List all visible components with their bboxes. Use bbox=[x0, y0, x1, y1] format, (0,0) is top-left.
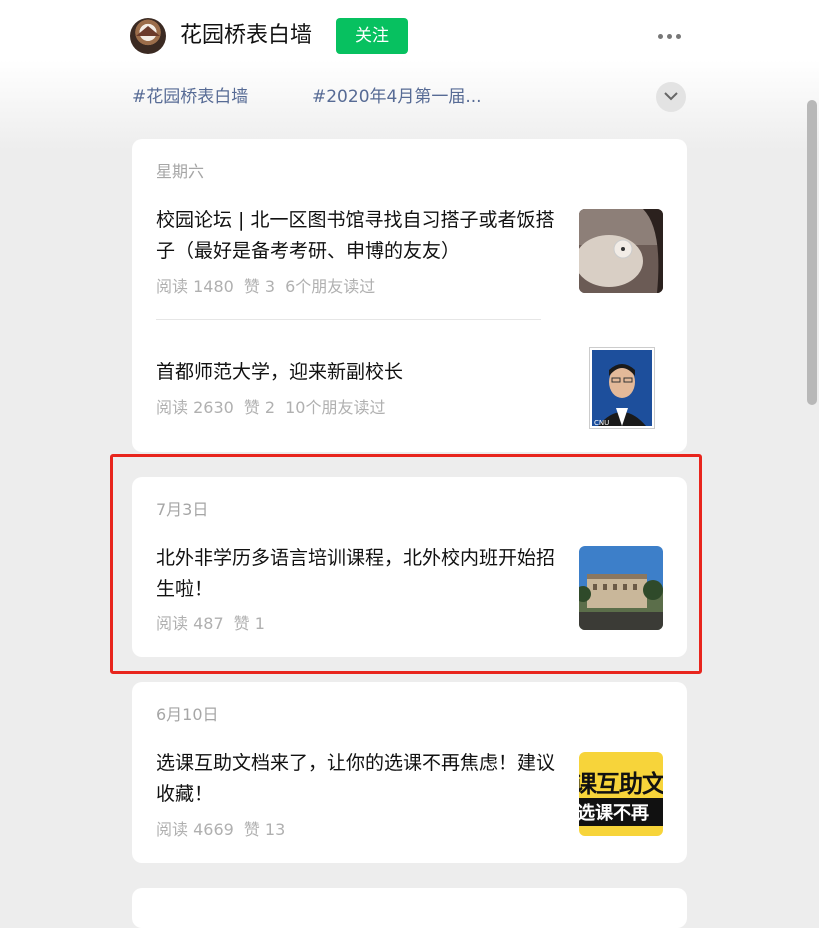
article-title[interactable]: 首都师范大学，迎来新副校长 bbox=[156, 357, 556, 388]
more-options-icon[interactable] bbox=[658, 34, 682, 40]
friends-read: 6个朋友读过 bbox=[285, 277, 376, 296]
group-date: 星期六 bbox=[156, 162, 205, 181]
friends-read: 10个朋友读过 bbox=[285, 398, 386, 417]
article-thumbnail[interactable] bbox=[579, 209, 663, 293]
highlight-box bbox=[110, 454, 702, 674]
article-divider bbox=[156, 319, 541, 320]
account-avatar[interactable] bbox=[130, 18, 166, 54]
scrollbar[interactable] bbox=[805, 100, 819, 903]
article-group-card bbox=[132, 888, 687, 928]
chevron-down-icon bbox=[664, 92, 678, 101]
follow-button[interactable]: 关注 bbox=[336, 18, 408, 54]
read-count: 阅读 2630 bbox=[156, 398, 234, 417]
article-meta: 阅读 4669 赞 13 bbox=[156, 816, 295, 840]
account-header: 花园桥表白墙 关注 bbox=[130, 16, 690, 56]
tag-bar: #花园桥表白墙 #2020年4月第一届... bbox=[132, 82, 692, 112]
group-date: 6月10日 bbox=[156, 705, 219, 724]
like-count: 赞 3 bbox=[243, 277, 276, 296]
expand-tags-button[interactable] bbox=[656, 82, 686, 112]
tag-link[interactable]: #2020年4月第一届... bbox=[312, 85, 482, 109]
tag-link[interactable]: #花园桥表白墙 bbox=[132, 85, 248, 109]
thumbnail-text: 选课不再 bbox=[579, 798, 663, 826]
account-name[interactable]: 花园桥表白墙 bbox=[180, 21, 312, 51]
article-group-card: 6月10日 选课互助文档来了，让你的选课不再焦虑！建议收藏！ 阅读 4669 赞 … bbox=[132, 682, 687, 863]
article-meta: 阅读 1480 赞 3 6个朋友读过 bbox=[156, 273, 385, 297]
article-meta: 阅读 2630 赞 2 10个朋友读过 bbox=[156, 394, 395, 418]
article-group-card: 星期六 校园论坛 | 北一区图书馆寻找自习搭子或者饭搭子（最好是备考考研、申博的… bbox=[132, 139, 687, 452]
article-title[interactable]: 选课互助文档来了，让你的选课不再焦虑！建议收藏！ bbox=[156, 748, 556, 810]
thumbnail-caption: CNU bbox=[594, 419, 610, 427]
scrollbar-thumb[interactable] bbox=[807, 100, 817, 405]
article-thumbnail[interactable]: CNU bbox=[589, 347, 655, 429]
like-count: 赞 13 bbox=[243, 820, 286, 839]
read-count: 阅读 1480 bbox=[156, 277, 234, 296]
thumbnail-text: 课互助文 bbox=[579, 770, 663, 798]
article-thumbnail[interactable]: 课互助文 选课不再 bbox=[579, 752, 663, 836]
read-count: 阅读 4669 bbox=[156, 820, 234, 839]
like-count: 赞 2 bbox=[243, 398, 276, 417]
article-title[interactable]: 校园论坛 | 北一区图书馆寻找自习搭子或者饭搭子（最好是备考考研、申博的友友） bbox=[156, 205, 556, 267]
